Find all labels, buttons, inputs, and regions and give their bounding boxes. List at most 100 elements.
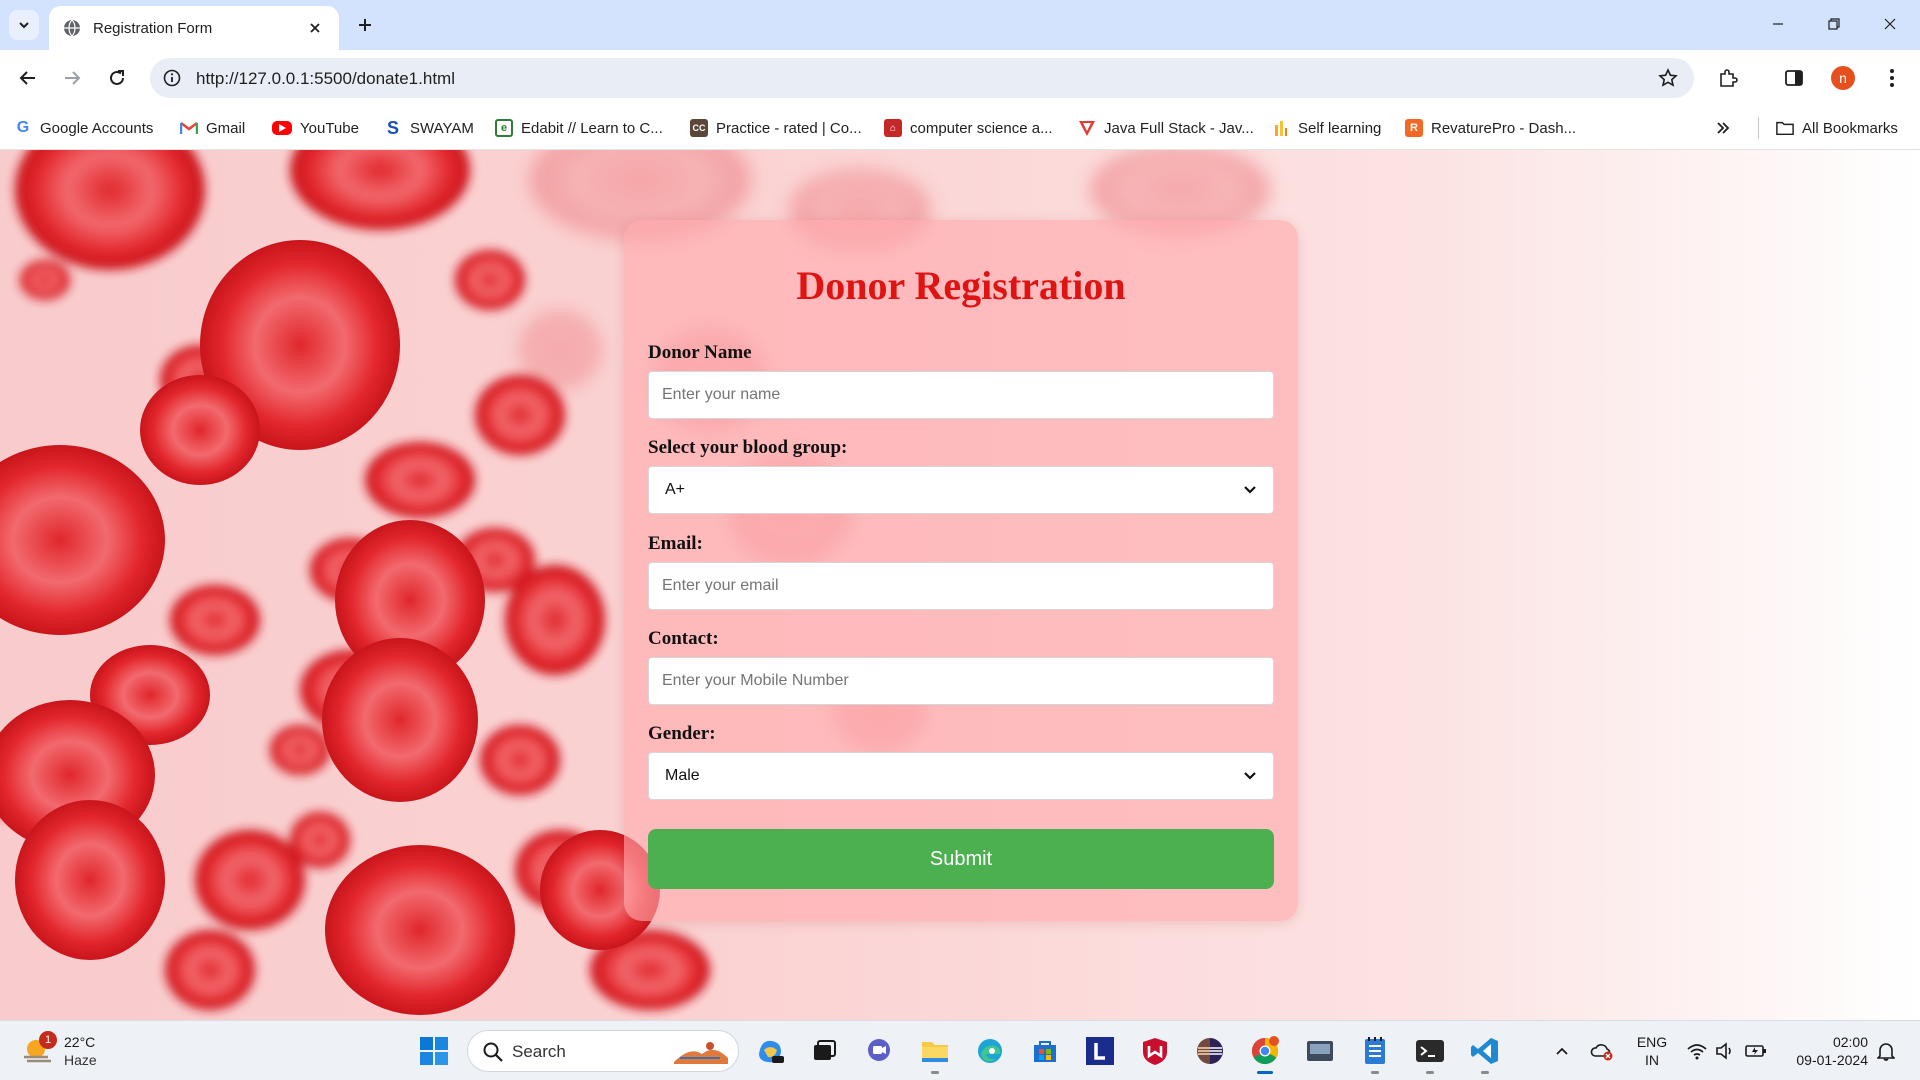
weather-widget[interactable]: 1 22°C Haze bbox=[22, 1031, 112, 1071]
bookmark-java-full-stack[interactable]: Java Full Stack - Jav... bbox=[1078, 116, 1254, 140]
bookmark-swayam[interactable]: S SWAYAM bbox=[384, 116, 474, 140]
email-label: Email: bbox=[648, 533, 703, 554]
browser-toolbar: http://127.0.0.1:5500/donate1.html n bbox=[0, 50, 1920, 106]
taskbar-app-l[interactable] bbox=[1082, 1033, 1118, 1069]
search-icon bbox=[483, 1042, 503, 1062]
wifi-icon bbox=[1687, 1044, 1707, 1060]
search-label: Search bbox=[512, 1042, 566, 1061]
profile-avatar[interactable]: n bbox=[1831, 66, 1855, 90]
bookmark-self-learning[interactable]: Self learning bbox=[1272, 116, 1381, 140]
back-button[interactable] bbox=[12, 62, 44, 94]
eclipse-icon bbox=[1197, 1038, 1223, 1064]
close-window-button[interactable] bbox=[1862, 0, 1918, 48]
blood-group-label: Select your blood group: bbox=[648, 437, 848, 458]
university-icon: ⌂ bbox=[884, 119, 902, 137]
menu-kebab-icon[interactable] bbox=[1876, 62, 1908, 94]
taskbar-microsoft-store[interactable] bbox=[1027, 1033, 1063, 1069]
windows-taskbar: 1 22°C Haze Search ENG IN 02:00 09-01-20… bbox=[0, 1020, 1920, 1080]
taskbar-vscode[interactable] bbox=[1467, 1033, 1503, 1074]
taskbar-notepad[interactable] bbox=[1357, 1033, 1393, 1074]
taskbar-mcafee[interactable] bbox=[1137, 1033, 1173, 1069]
tray-battery[interactable] bbox=[1742, 1037, 1770, 1065]
chevron-down-icon bbox=[1244, 486, 1256, 494]
taskbar-eclipse[interactable] bbox=[1192, 1033, 1228, 1069]
bookmark-revaturepro[interactable]: R RevaturePro - Dash... bbox=[1405, 116, 1576, 140]
vscode-icon bbox=[1471, 1038, 1498, 1064]
taskbar-edge[interactable] bbox=[972, 1033, 1008, 1069]
side-panel-icon[interactable] bbox=[1778, 62, 1810, 94]
address-bar[interactable]: http://127.0.0.1:5500/donate1.html bbox=[150, 58, 1694, 98]
taskbar-terminal[interactable] bbox=[1412, 1033, 1448, 1074]
gender-label: Gender: bbox=[648, 723, 716, 744]
language-indicator[interactable]: ENG IN bbox=[1634, 1033, 1670, 1069]
bookmark-label: Self learning bbox=[1298, 119, 1382, 137]
language-code: ENG bbox=[1636, 1034, 1668, 1050]
bookmark-gmail[interactable]: Gmail bbox=[180, 116, 245, 140]
youtube-icon bbox=[272, 121, 292, 135]
submit-button[interactable]: Submit bbox=[648, 829, 1274, 889]
windows-start-icon[interactable] bbox=[418, 1035, 450, 1067]
page-viewport: Donor Registration Donor Name Select you… bbox=[0, 150, 1920, 1020]
gender-value: Male bbox=[665, 767, 700, 784]
bookmark-label: YouTube bbox=[300, 119, 359, 137]
forward-button[interactable] bbox=[56, 62, 88, 94]
arrow-right-icon bbox=[65, 71, 81, 85]
browser-tab[interactable]: Registration Form bbox=[49, 6, 339, 50]
revature-icon: R bbox=[1405, 119, 1423, 137]
gender-select[interactable]: Male bbox=[648, 752, 1274, 800]
bookmark-label: Google Accounts bbox=[40, 119, 154, 137]
contact-input[interactable] bbox=[648, 657, 1274, 705]
all-bookmarks-button[interactable]: All Bookmarks bbox=[1776, 116, 1898, 140]
taskbar-search[interactable]: Search bbox=[467, 1030, 739, 1072]
minimize-button[interactable] bbox=[1750, 0, 1806, 48]
bookmarks-overflow-button[interactable] bbox=[1716, 116, 1730, 140]
bookmark-star-icon[interactable] bbox=[1656, 66, 1680, 90]
contact-label: Contact: bbox=[648, 628, 719, 649]
edabit-icon: e bbox=[495, 119, 513, 137]
email-input[interactable] bbox=[648, 562, 1274, 610]
gmail-icon bbox=[180, 119, 198, 137]
reload-icon bbox=[110, 70, 124, 85]
bookmark-youtube[interactable]: YouTube bbox=[272, 116, 359, 140]
extensions-icon[interactable] bbox=[1712, 62, 1744, 94]
chrome-icon bbox=[1251, 1036, 1279, 1065]
donor-name-input[interactable] bbox=[648, 371, 1274, 419]
bookmark-label: computer science a... bbox=[910, 119, 1053, 137]
tray-overflow-button[interactable] bbox=[1548, 1037, 1576, 1065]
tray-volume[interactable] bbox=[1712, 1037, 1740, 1065]
codechef-icon: CC bbox=[690, 119, 708, 137]
bookmark-practice[interactable]: CC Practice - rated | Co... bbox=[690, 116, 862, 140]
site-info-icon[interactable] bbox=[160, 66, 184, 90]
taskbar-copilot[interactable] bbox=[752, 1033, 788, 1069]
tray-notifications[interactable] bbox=[1872, 1037, 1900, 1065]
arrow-left-icon bbox=[19, 71, 35, 85]
taskbar-task-view[interactable] bbox=[806, 1033, 842, 1069]
new-tab-button[interactable] bbox=[352, 12, 378, 38]
tab-close-icon[interactable] bbox=[305, 18, 325, 38]
taskbar-teams-chat[interactable] bbox=[861, 1033, 897, 1069]
bookmark-edabit[interactable]: e Edabit // Learn to C... bbox=[495, 116, 663, 140]
chevron-down-icon bbox=[19, 22, 29, 29]
taskbar-sql-developer[interactable] bbox=[1302, 1033, 1338, 1069]
bookmark-label: SWAYAM bbox=[410, 119, 474, 137]
all-bookmarks-label: All Bookmarks bbox=[1802, 119, 1898, 137]
taskbar-file-explorer[interactable] bbox=[917, 1033, 953, 1074]
battery-charging-icon bbox=[1745, 1045, 1766, 1057]
weather-condition: Haze bbox=[64, 1052, 97, 1068]
bookmark-google-accounts[interactable]: G Google Accounts bbox=[14, 116, 154, 140]
url-text[interactable]: http://127.0.0.1:5500/donate1.html bbox=[196, 69, 455, 89]
taskbar-clock[interactable]: 02:00 09-01-2024 bbox=[1782, 1033, 1868, 1069]
bookmark-computer-science[interactable]: ⌂ computer science a... bbox=[884, 116, 1053, 140]
tab-search-button[interactable] bbox=[9, 10, 39, 40]
restore-button[interactable] bbox=[1806, 0, 1862, 48]
blood-group-select[interactable]: A+ bbox=[648, 466, 1274, 514]
bookmark-label: Practice - rated | Co... bbox=[716, 119, 862, 137]
reload-button[interactable] bbox=[101, 62, 133, 94]
chevron-down-icon bbox=[1244, 772, 1256, 780]
tray-wifi[interactable] bbox=[1683, 1037, 1711, 1065]
task-view-icon bbox=[814, 1040, 836, 1060]
tray-onedrive[interactable] bbox=[1588, 1037, 1616, 1065]
terminal-icon bbox=[1416, 1040, 1444, 1062]
clock-time: 02:00 bbox=[1832, 1034, 1868, 1050]
taskbar-chrome[interactable] bbox=[1247, 1033, 1283, 1074]
